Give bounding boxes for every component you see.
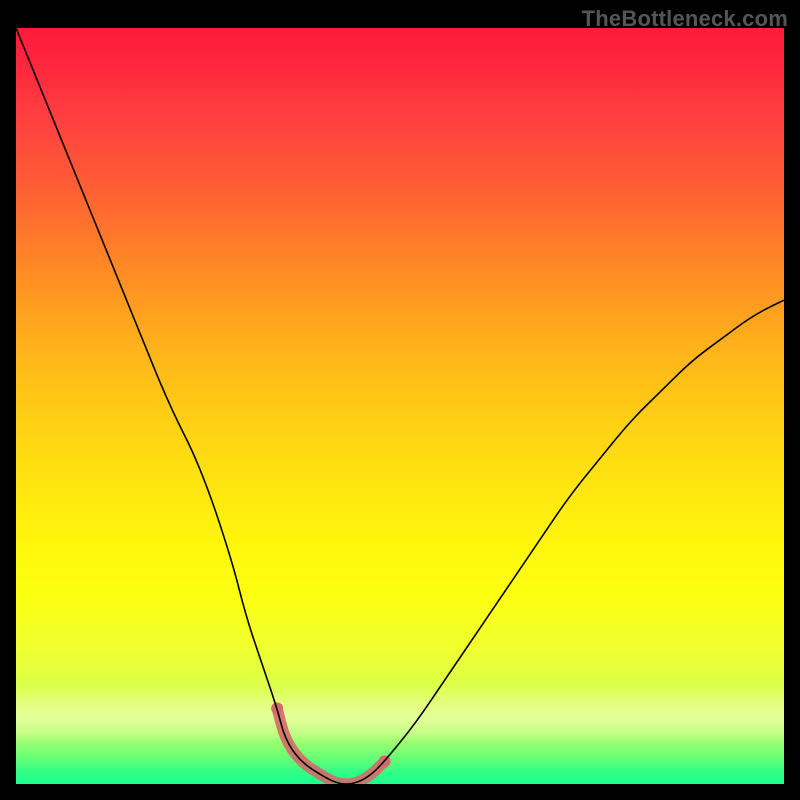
curve-svg [16, 28, 784, 784]
curve-highlight [277, 708, 385, 784]
plot-area [16, 28, 784, 784]
bottleneck-curve [16, 28, 784, 784]
chart-stage: TheBottleneck.com [0, 0, 800, 800]
